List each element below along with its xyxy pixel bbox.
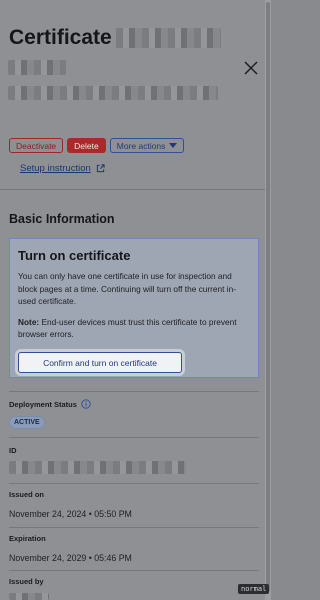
turn-on-certificate-callout: Turn on certificate You can only have on… bbox=[9, 238, 259, 378]
expiration-label: Expiration bbox=[9, 534, 46, 543]
field-divider bbox=[9, 483, 259, 484]
callout-body: You can only have one certificate in use… bbox=[18, 271, 236, 306]
callout-note-text: End-user devices must trust this certifi… bbox=[18, 316, 237, 340]
info-icon[interactable] bbox=[81, 399, 91, 409]
field-divider bbox=[9, 437, 259, 438]
field-divider bbox=[9, 391, 259, 392]
close-button[interactable] bbox=[242, 59, 260, 77]
header-divider bbox=[0, 189, 265, 190]
more-actions-button[interactable]: More actions bbox=[109, 138, 185, 153]
deactivate-button[interactable]: Deactivate bbox=[9, 138, 64, 153]
callout-title: Turn on certificate bbox=[18, 248, 131, 263]
external-link-icon bbox=[96, 164, 105, 173]
title-row: Certificate bbox=[9, 26, 221, 50]
setup-instruction-label: Setup instruction bbox=[20, 163, 91, 174]
issued-on-label: Issued on bbox=[9, 490, 45, 499]
callout-note-label: Note: bbox=[18, 316, 40, 327]
field-divider bbox=[9, 527, 259, 528]
redacted-description bbox=[8, 86, 218, 100]
setup-instruction-link[interactable]: Setup instruction bbox=[20, 163, 105, 174]
scrollbar[interactable] bbox=[265, 0, 271, 600]
field-divider bbox=[9, 570, 259, 571]
deployment-status-label: Deployment Status bbox=[9, 399, 91, 409]
expiration-value: November 24, 2029 • 05:46 PM bbox=[9, 553, 132, 563]
more-actions-label: More actions bbox=[116, 140, 166, 151]
confirm-turn-on-certificate-button[interactable]: Confirm and turn on certificate bbox=[18, 352, 182, 373]
action-buttons: Deactivate Delete More actions bbox=[9, 138, 185, 153]
issued-on-value: November 24, 2024 • 05:50 PM bbox=[9, 509, 132, 519]
id-label: ID bbox=[9, 446, 17, 455]
caret-down-icon bbox=[169, 143, 178, 148]
callout-note: Note: End-user devices must trust this c… bbox=[18, 316, 250, 341]
delete-button[interactable]: Delete bbox=[67, 138, 106, 153]
section-title-basic-information: Basic Information bbox=[9, 212, 115, 226]
redacted-certificate-name bbox=[115, 28, 221, 48]
redacted-subtitle bbox=[8, 60, 66, 75]
issued-by-label: Issued by bbox=[9, 577, 44, 586]
status-badge: ACTIVE bbox=[9, 416, 45, 429]
certificate-detail-panel: Certificate Deactivate Delete More actio… bbox=[0, 0, 265, 600]
redacted-id-value bbox=[9, 461, 186, 474]
page-title: Certificate bbox=[9, 26, 112, 49]
mode-indicator: normal bbox=[238, 584, 270, 594]
scrollbar-thumb[interactable] bbox=[266, 2, 270, 592]
close-icon bbox=[244, 61, 258, 75]
deployment-status-label-text: Deployment Status bbox=[9, 399, 77, 409]
redacted-issued-by-value bbox=[9, 593, 49, 600]
